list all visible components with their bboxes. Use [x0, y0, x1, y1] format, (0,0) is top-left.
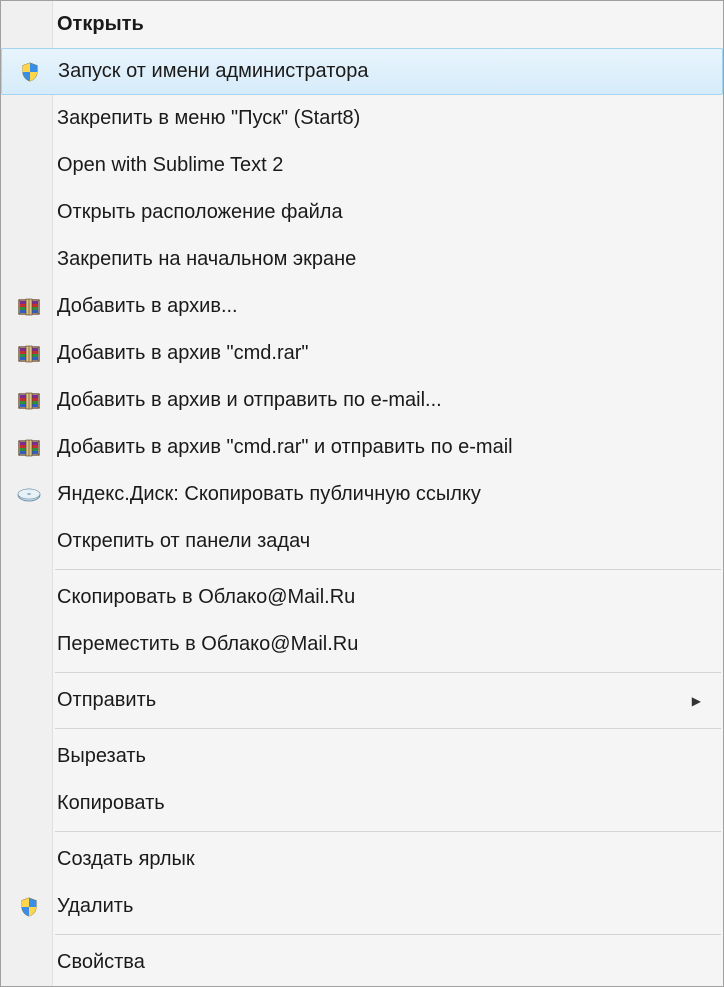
- icon-slot-empty: [1, 574, 57, 621]
- disk-icon: [1, 471, 57, 518]
- icon-slot-empty: [1, 189, 57, 236]
- menu-item-свойства[interactable]: Свойства: [1, 939, 723, 986]
- icon-slot-empty: [1, 780, 57, 827]
- icon-slot-empty: [1, 836, 57, 883]
- menu-item-label: Открыть: [57, 13, 711, 36]
- winrar-icon: [1, 330, 57, 377]
- icon-slot-empty: [1, 142, 57, 189]
- menu-item-закрепить-в-меню-пуск-start8[interactable]: Закрепить в меню "Пуск" (Start8): [1, 95, 723, 142]
- winrar-icon: [1, 377, 57, 424]
- menu-item-добавить-в-архив-и-отправить-по-e-mail[interactable]: Добавить в архив и отправить по e-mail..…: [1, 377, 723, 424]
- menu-item-label: Открепить от панели задач: [57, 530, 711, 553]
- menu-item-закрепить-на-начальном-экране[interactable]: Закрепить на начальном экране: [1, 236, 723, 283]
- menu-item-отправить[interactable]: Отправить▶: [1, 677, 723, 724]
- menu-item-label: Свойства: [57, 951, 711, 974]
- menu-item-копировать[interactable]: Копировать: [1, 780, 723, 827]
- icon-slot-empty: [1, 677, 57, 724]
- menu-separator: [55, 569, 721, 570]
- icon-slot-empty: [1, 95, 57, 142]
- icon-slot-empty: [1, 733, 57, 780]
- menu-item-label: Отправить: [57, 689, 692, 712]
- menu-item-открепить-от-панели-задач[interactable]: Открепить от панели задач: [1, 518, 723, 565]
- menu-item-удалить[interactable]: Удалить: [1, 883, 723, 930]
- menu-item-label: Open with Sublime Text 2: [57, 154, 711, 177]
- menu-item-создать-ярлык[interactable]: Создать ярлык: [1, 836, 723, 883]
- submenu-arrow-icon: ▶: [692, 694, 711, 708]
- menu-separator: [55, 672, 721, 673]
- menu-items-container: Открыть Запуск от имени администратора Зак…: [1, 1, 723, 986]
- menu-item-запуск-от-имени-администратора[interactable]: Запуск от имени администратора: [1, 48, 723, 95]
- icon-slot-empty: [1, 518, 57, 565]
- winrar-icon: [1, 424, 57, 471]
- menu-item-label: Яндекс.Диск: Скопировать публичную ссылк…: [57, 483, 711, 506]
- menu-item-label: Создать ярлык: [57, 848, 711, 871]
- menu-item-добавить-в-архив-cmd-rar[interactable]: Добавить в архив "cmd.rar": [1, 330, 723, 377]
- menu-separator: [55, 831, 721, 832]
- menu-item-label: Копировать: [57, 792, 711, 815]
- shield-icon: [1, 883, 57, 930]
- menu-item-label: Переместить в Облако@Mail.Ru: [57, 633, 711, 656]
- menu-item-переместить-в-облако-mail-ru[interactable]: Переместить в Облако@Mail.Ru: [1, 621, 723, 668]
- menu-item-открыть[interactable]: Открыть: [1, 1, 723, 48]
- icon-slot-empty: [1, 236, 57, 283]
- menu-item-label: Закрепить на начальном экране: [57, 248, 711, 271]
- menu-item-яндекс-диск-скопировать-публичную-ссылку[interactable]: Яндекс.Диск: Скопировать публичную ссылк…: [1, 471, 723, 518]
- menu-item-добавить-в-архив-cmd-rar-и-отправить-по-[interactable]: Добавить в архив "cmd.rar" и отправить п…: [1, 424, 723, 471]
- menu-item-label: Добавить в архив "cmd.rar" и отправить п…: [57, 436, 711, 459]
- menu-item-label: Добавить в архив "cmd.rar": [57, 342, 711, 365]
- icon-slot-empty: [1, 1, 57, 48]
- winrar-icon: [1, 283, 57, 330]
- menu-item-label: Вырезать: [57, 745, 711, 768]
- menu-item-открыть-расположение-файла[interactable]: Открыть расположение файла: [1, 189, 723, 236]
- menu-item-добавить-в-архив[interactable]: Добавить в архив...: [1, 283, 723, 330]
- menu-item-label: Запуск от имени администратора: [58, 60, 710, 83]
- menu-item-label: Открыть расположение файла: [57, 201, 711, 224]
- context-menu: Открыть Запуск от имени администратора Зак…: [0, 0, 724, 987]
- menu-item-label: Добавить в архив...: [57, 295, 711, 318]
- menu-item-скопировать-в-облако-mail-ru[interactable]: Скопировать в Облако@Mail.Ru: [1, 574, 723, 621]
- menu-separator: [55, 934, 721, 935]
- menu-item-label: Добавить в архив и отправить по e-mail..…: [57, 389, 711, 412]
- icon-slot-empty: [1, 621, 57, 668]
- menu-item-label: Удалить: [57, 895, 711, 918]
- menu-item-вырезать[interactable]: Вырезать: [1, 733, 723, 780]
- menu-item-label: Закрепить в меню "Пуск" (Start8): [57, 107, 711, 130]
- icon-slot-empty: [1, 939, 57, 986]
- menu-item-open-with-sublime-text-2[interactable]: Open with Sublime Text 2: [1, 142, 723, 189]
- shield-icon: [2, 49, 58, 94]
- menu-item-label: Скопировать в Облако@Mail.Ru: [57, 586, 711, 609]
- menu-separator: [55, 728, 721, 729]
